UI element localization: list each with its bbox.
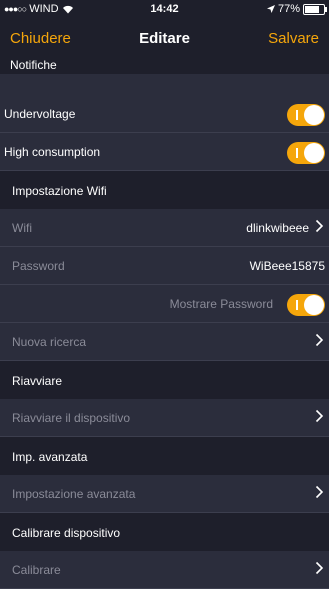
high-consumption-toggle[interactable] bbox=[287, 142, 325, 164]
calibrate-label: Calibrare bbox=[12, 563, 61, 577]
advanced-settings-label: Impostazione avanzata bbox=[12, 487, 136, 501]
battery-icon bbox=[303, 3, 327, 15]
save-button[interactable]: Salvare bbox=[268, 30, 319, 47]
toggle-knob bbox=[304, 295, 324, 315]
chevron-right-icon bbox=[315, 219, 324, 233]
high-consumption-row: High consumption bbox=[0, 133, 329, 171]
chevron-right-icon bbox=[315, 409, 324, 423]
wifi-label: Wifi bbox=[12, 221, 32, 235]
navigation-bar: Chiudere Editare Salvare Notifiche bbox=[0, 20, 329, 74]
battery-percent: 77% bbox=[277, 3, 300, 15]
section-header-notifications: Notifiche bbox=[10, 58, 57, 72]
toggle-knob bbox=[304, 143, 324, 163]
chevron-right-icon bbox=[315, 485, 324, 499]
toggle-knob bbox=[304, 105, 324, 125]
section-header-restart: Riavviare bbox=[0, 361, 329, 399]
advanced-settings-row[interactable]: Impostazione avanzata bbox=[0, 475, 329, 513]
password-field[interactable]: WiBeee15875 bbox=[250, 259, 325, 273]
battery-fill bbox=[305, 5, 319, 13]
section-title-wifi: Impostazione Wifi bbox=[12, 184, 107, 198]
section-title-advanced: Imp. avanzata bbox=[12, 450, 88, 464]
new-search-row[interactable]: Nuova ricerca bbox=[0, 323, 329, 361]
show-password-label: Mostrare Password bbox=[169, 297, 273, 311]
high-consumption-label: High consumption bbox=[4, 145, 101, 159]
calibrate-row[interactable]: Calibrare bbox=[0, 551, 329, 589]
password-row[interactable]: Password WiBeee15875 bbox=[0, 247, 329, 285]
location-arrow-icon bbox=[266, 5, 275, 13]
status-bar: ●●●○○ WIND 14:42 77% bbox=[0, 0, 329, 20]
show-password-toggle[interactable] bbox=[287, 294, 325, 316]
chevron-right-icon bbox=[315, 561, 324, 575]
toggle-on-indicator-icon bbox=[296, 148, 298, 158]
undervoltage-toggle[interactable] bbox=[287, 104, 325, 126]
section-header-calibrate: Calibrare dispositivo bbox=[0, 513, 329, 551]
restart-device-row[interactable]: Riavviare il dispositivo bbox=[0, 399, 329, 437]
undervoltage-label: Undervoltage bbox=[4, 107, 76, 121]
section-title-restart: Riavviare bbox=[12, 374, 63, 388]
new-search-label: Nuova ricerca bbox=[12, 335, 87, 349]
show-password-row: Mostrare Password bbox=[0, 285, 329, 323]
password-label: Password bbox=[12, 259, 65, 273]
chevron-right-icon bbox=[315, 333, 324, 347]
toggle-on-indicator-icon bbox=[296, 300, 298, 310]
undervoltage-row: Undervoltage bbox=[0, 95, 329, 133]
toggle-on-indicator-icon bbox=[296, 110, 298, 120]
close-button[interactable]: Chiudere bbox=[10, 30, 71, 47]
wifi-value: dlinkwibeee bbox=[246, 221, 309, 235]
section-header-wifi: Impostazione Wifi bbox=[0, 171, 329, 209]
section-title-calibrate: Calibrare dispositivo bbox=[12, 526, 121, 540]
section-header-advanced: Imp. avanzata bbox=[0, 437, 329, 475]
wifi-row[interactable]: Wifi dlinkwibeee bbox=[0, 209, 329, 247]
restart-device-label: Riavviare il dispositivo bbox=[12, 411, 131, 425]
